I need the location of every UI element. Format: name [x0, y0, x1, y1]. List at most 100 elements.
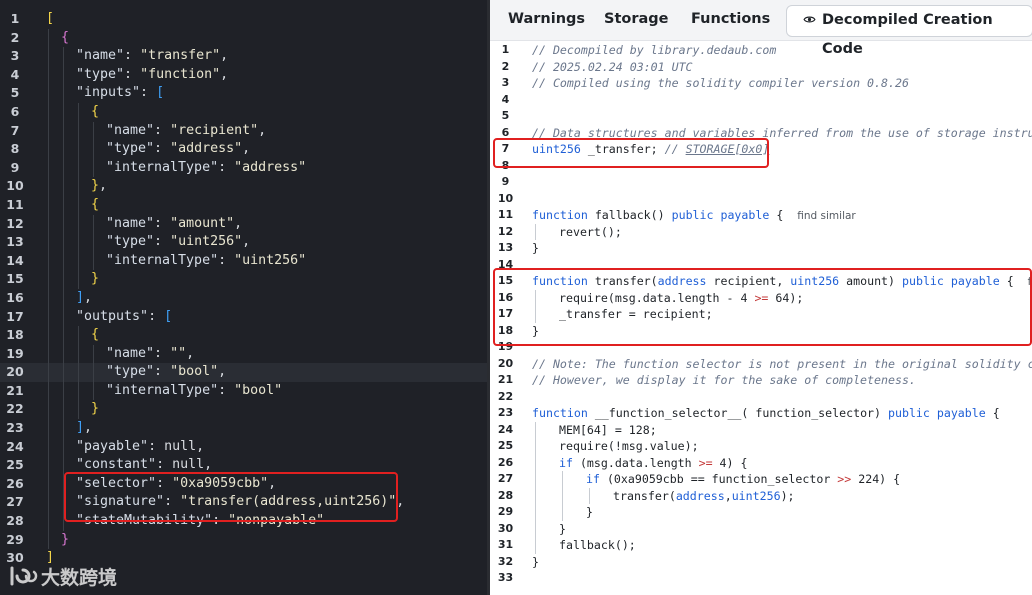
code-line: 31 fallback(); [490, 537, 1032, 554]
indent-guide [93, 158, 94, 178]
code-token: "internalType" [106, 382, 219, 398]
code-text: [ [46, 10, 54, 29]
code-line: 9 [490, 174, 1032, 191]
indent-guide [63, 158, 64, 178]
code-text: { [91, 326, 99, 345]
code-text: "internalType": "uint256" [106, 252, 306, 271]
indent-guide [78, 381, 79, 401]
indent-guide [78, 102, 79, 122]
indent-guide [535, 471, 536, 488]
code-token: "internalType" [106, 252, 219, 268]
indent-guide [48, 474, 49, 494]
indent-guide [63, 307, 64, 327]
code-token: "uint256" [234, 252, 307, 268]
code-token: } [586, 505, 593, 519]
tab-functions[interactable]: Functions [691, 0, 770, 40]
indent-guide [63, 363, 64, 382]
line-number: 19 [6, 345, 24, 361]
code-text: "inputs": [ [76, 84, 164, 103]
code-line: 15} [0, 270, 487, 289]
indent-guide [48, 363, 49, 382]
code-text: ], [76, 419, 92, 438]
find-similar-link[interactable]: find similar [797, 210, 855, 222]
code-line: 26 if (msg.data.length >= 4) { [490, 454, 1032, 472]
code-token: uint256 [731, 488, 781, 503]
indent-guide [48, 326, 49, 345]
indent-guide [48, 288, 49, 308]
selector-signature-highlight [64, 472, 398, 522]
indent-guide [48, 214, 49, 234]
code-token: : [154, 215, 171, 231]
indent-guide [63, 84, 64, 103]
code-token: { [91, 196, 100, 212]
code-line: 18 { [0, 326, 487, 345]
code-token: require(!msg.value); [559, 439, 699, 453]
tab-decompiled-creation-code[interactable]: Decompiled Creation Code [786, 5, 1032, 57]
indent-guide [48, 530, 49, 550]
indent-guide [535, 520, 536, 537]
tab-storage[interactable]: Storage [604, 0, 669, 40]
indent-guide [78, 158, 79, 178]
code-token: address [675, 488, 725, 503]
code-text: if (msg.data.length >= 4) { [559, 455, 747, 472]
code-line: 24 MEM[64] = 128; [490, 421, 1032, 438]
code-text: "type": "bool", [106, 363, 226, 382]
line-number: 9 [501, 175, 510, 188]
indent-guide [562, 471, 563, 488]
tab-warnings[interactable]: Warnings [508, 0, 585, 40]
code-token: function [532, 406, 588, 420]
line-number: 10 [6, 178, 24, 194]
indent-guide [48, 307, 49, 327]
indent-guide [535, 454, 536, 471]
line-number: 31 [497, 538, 514, 551]
code-token: ); [780, 488, 795, 503]
line-number: 2 [501, 59, 510, 73]
line-number: 29 [6, 531, 24, 547]
code-line: 23], [0, 419, 487, 438]
code-token: : [154, 122, 171, 138]
code-token: // Decompiled by library.dedaub.com [532, 43, 777, 57]
code-token: , [220, 66, 229, 82]
code-token: // However, we display it for the sake o… [532, 373, 916, 387]
code-text: // Decompiled by library.dedaub.com [532, 42, 776, 59]
code-token: : [154, 345, 171, 361]
line-number: 4 [501, 92, 510, 106]
code-text: // Note: The function selector is not pr… [532, 356, 1032, 373]
code-token: "name" [76, 48, 125, 64]
decompiler-tab-bar: Warnings Storage Functions Decompiled Cr… [490, 0, 1032, 57]
code-token: "internalType" [106, 159, 219, 175]
code-text: "name": "", [106, 345, 194, 364]
brand-logo-icon [10, 566, 38, 586]
abi-json-editor[interactable]: 1[2{3 "name": "transfer", 4 "type": "functi… [0, 0, 487, 595]
indent-guide [48, 400, 49, 420]
line-number: 1 [10, 11, 20, 26]
eye-icon [803, 16, 816, 23]
code-token: fallback(); [559, 538, 636, 552]
code-token: : [154, 234, 171, 250]
code-line: 2{ [0, 28, 487, 48]
indent-guide [48, 493, 49, 513]
line-number: 23 [6, 420, 24, 436]
code-text: } [559, 521, 566, 538]
code-token: : [124, 48, 141, 64]
code-line: 22} [0, 400, 487, 420]
indent-guide [63, 381, 64, 401]
code-token: } [91, 271, 100, 287]
storage-variable-highlight [493, 138, 769, 168]
code-line: 4 "type": "function", [0, 65, 487, 85]
indent-guide [48, 251, 49, 271]
code-token: { [769, 208, 798, 222]
indent-guide [78, 344, 79, 364]
code-token: "type" [76, 66, 125, 82]
indent-guide [535, 438, 536, 455]
line-number: 17 [6, 308, 24, 324]
line-number: 2 [10, 29, 20, 45]
code-text: { [91, 103, 99, 122]
code-text: // Compiled using the solidity compiler … [532, 75, 909, 92]
code-token: : [218, 382, 235, 398]
code-text: // 2025.02.24 03:01 UTC [532, 59, 693, 76]
code-token: { [985, 406, 1000, 420]
indent-guide [535, 421, 536, 438]
line-number: 9 [10, 159, 20, 175]
code-token: : [218, 159, 235, 175]
